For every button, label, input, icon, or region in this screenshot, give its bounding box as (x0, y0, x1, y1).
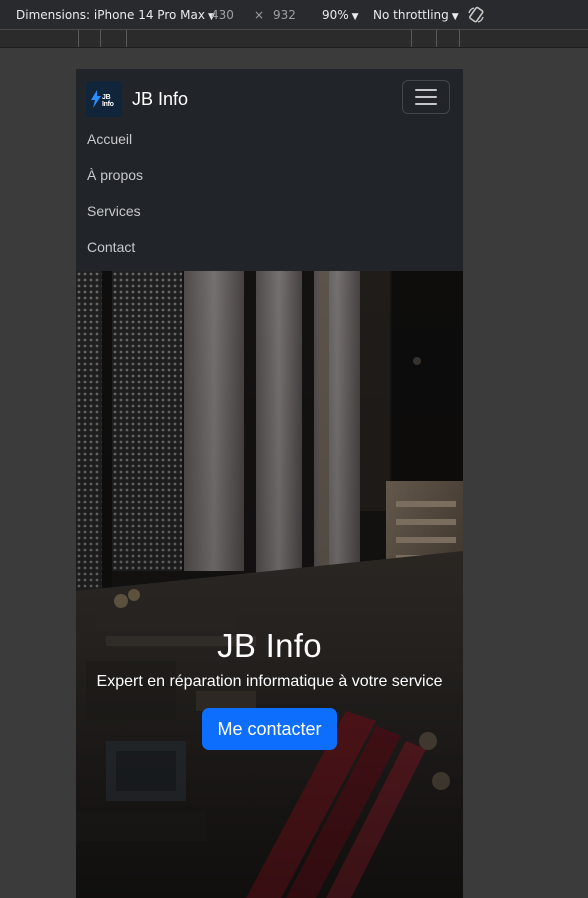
hamburger-icon (415, 103, 437, 105)
ruler-tick (100, 30, 101, 47)
nav-link-a-propos[interactable]: À propos (76, 157, 463, 193)
width-input[interactable]: 430 (211, 8, 234, 22)
lightning-icon (91, 90, 101, 108)
hero-content: JB Info Expert en réparation informatiqu… (76, 626, 463, 750)
brand-logo: JB Info (86, 81, 122, 117)
media-query-ruler (0, 30, 588, 48)
device-viewport: JB Info JB Info Accueil À propos Service… (76, 69, 463, 898)
devtools-toolbar: Dimensions: iPhone 14 Pro Max ▼ 430 × 932… (0, 0, 588, 30)
nav-link-services[interactable]: Services (76, 193, 463, 229)
zoom-caret-icon: ▼ (351, 12, 359, 22)
ruler-tick (459, 30, 460, 47)
contact-button[interactable]: Me contacter (202, 708, 337, 750)
logo-text: JB Info (102, 94, 114, 108)
height-input[interactable]: 932 (273, 8, 296, 22)
brand-name: JB Info (132, 88, 189, 109)
throttling-caret-icon: ▼ (451, 12, 459, 22)
zoom-label: 90% (322, 8, 349, 22)
hero-subtitle: Expert en réparation informatique à votr… (96, 673, 443, 690)
hamburger-icon (415, 89, 437, 91)
ruler-tick (78, 30, 79, 47)
nav-links: Accueil À propos Services Contact (76, 121, 463, 265)
times-icon: × (254, 8, 265, 22)
navbar: JB Info JB Info Accueil À propos Service… (76, 69, 463, 271)
throttling-dropdown[interactable]: No throttling ▼ (373, 8, 459, 22)
hamburger-icon (415, 96, 437, 98)
navbar-brand[interactable]: JB Info JB Info (86, 81, 188, 117)
throttling-label: No throttling (373, 8, 449, 22)
nav-link-accueil[interactable]: Accueil (76, 121, 463, 157)
ruler-tick (411, 30, 412, 47)
hero-background-image (76, 271, 463, 898)
hero-title: JB Info (217, 627, 322, 664)
nav-link-contact[interactable]: Contact (76, 229, 463, 265)
ruler-tick (126, 30, 127, 47)
zoom-dropdown[interactable]: 90% ▼ (322, 8, 359, 22)
navbar-toggler-button[interactable] (402, 80, 450, 114)
dimensions-label: Dimensions: iPhone 14 Pro Max (16, 8, 205, 22)
hero-section: JB Info Expert en réparation informatiqu… (76, 271, 463, 898)
rotate-icon[interactable] (466, 5, 486, 28)
dimensions-dropdown[interactable]: Dimensions: iPhone 14 Pro Max ▼ (16, 8, 215, 22)
ruler-tick (436, 30, 437, 47)
